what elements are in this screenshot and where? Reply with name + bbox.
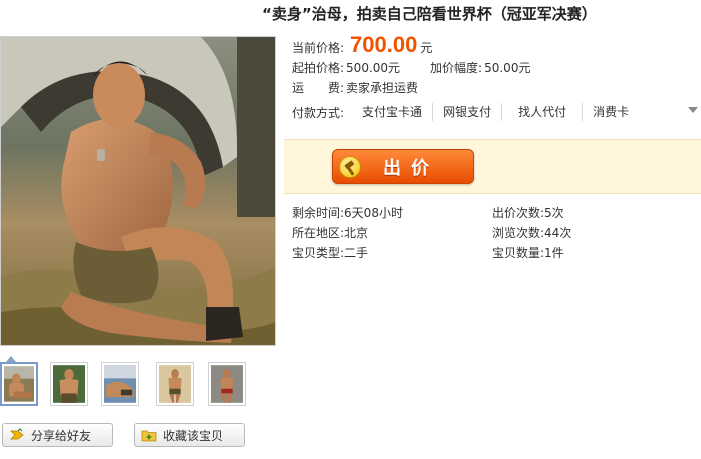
start-price-value: 500.00元	[346, 61, 401, 75]
item-quantity-value: 1件	[544, 246, 564, 260]
view-count-value: 44次	[544, 226, 572, 240]
thumbnail-2[interactable]	[50, 362, 88, 406]
increment-label: 加价幅度:	[430, 61, 483, 75]
thumbnail-image	[211, 365, 243, 403]
shipping-row: 运 费: 卖家承担运费	[292, 78, 701, 98]
item-type-label: 宝贝类型:	[292, 246, 345, 260]
bid-panel: 出价	[284, 139, 701, 194]
item-title: “卖身”治母，拍卖自己陪看世界杯（冠亚军决赛）	[262, 5, 597, 23]
location-value: 北京	[344, 226, 369, 240]
payment-label: 付款方式:	[292, 105, 345, 120]
share-button[interactable]: 分享给好友	[2, 423, 113, 447]
remaining-time: 剩余时间:6天08小时	[292, 203, 492, 223]
shipping-label: 运 费:	[292, 81, 345, 95]
location-label: 所在地区:	[292, 226, 345, 240]
bid-button-label: 出价	[383, 158, 439, 179]
thumbnail-5[interactable]	[208, 362, 246, 406]
payment-methods: 付款方式: 支付宝卡通 网银支付 找人代付 消费卡	[292, 103, 639, 121]
payment-expand-arrow-icon[interactable]	[688, 107, 698, 113]
start-price-row: 起拍价格: 500.00元 加价幅度: 50.00元	[292, 58, 701, 78]
payment-option-alipay-card[interactable]: 支付宝卡通	[352, 103, 432, 121]
current-price-value: 700.00	[350, 32, 418, 57]
remaining-time-label: 剩余时间:	[292, 206, 345, 220]
share-button-label: 分享给好友	[31, 428, 92, 443]
thumbnail-1[interactable]	[0, 362, 38, 406]
bid-count-value: 5次	[544, 206, 564, 220]
price-info: 当前价格: 700.00 元 起拍价格: 500.00元 加价幅度: 50.00…	[292, 32, 701, 98]
stats-row-2: 所在地区:北京 浏览次数:44次	[292, 223, 692, 243]
item-stats: 剩余时间:6天08小时 出价次数:5次 所在地区:北京 浏览次数:44次 宝贝类…	[292, 203, 692, 263]
view-count: 浏览次数:44次	[492, 223, 692, 243]
item-type-value: 二手	[344, 246, 369, 260]
payment-option-consumer-card[interactable]: 消费卡	[582, 103, 639, 121]
item-quantity-label: 宝贝数量:	[492, 246, 545, 260]
remaining-time-value: 6天08小时	[344, 206, 403, 220]
payment-option-proxy-pay[interactable]: 找人代付	[501, 103, 582, 121]
folder-add-icon	[141, 430, 157, 442]
main-product-photo	[0, 36, 276, 346]
payment-option-online-bank[interactable]: 网银支付	[432, 103, 501, 121]
item-quantity: 宝贝数量:1件	[492, 243, 692, 263]
stats-row-1: 剩余时间:6天08小时 出价次数:5次	[292, 203, 692, 223]
item-type: 宝贝类型:二手	[292, 243, 492, 263]
bid-button[interactable]: 出价	[332, 149, 474, 184]
thumbnail-4[interactable]	[156, 362, 194, 406]
gavel-icon	[339, 156, 361, 178]
bid-count-label: 出价次数:	[492, 206, 545, 220]
favorite-button-label: 收藏该宝贝	[163, 428, 224, 443]
view-count-label: 浏览次数:	[492, 226, 545, 240]
thumbnail-image	[104, 365, 136, 403]
stats-row-3: 宝贝类型:二手 宝贝数量:1件	[292, 243, 692, 263]
thumbnail-image	[53, 365, 85, 403]
share-icon	[10, 428, 24, 440]
shipping-value: 卖家承担运费	[346, 81, 419, 95]
increment-value: 50.00元	[484, 61, 531, 75]
favorite-button[interactable]: 收藏该宝贝	[134, 423, 245, 447]
start-price-label: 起拍价格:	[292, 61, 345, 75]
location: 所在地区:北京	[292, 223, 492, 243]
product-image	[1, 37, 275, 345]
current-price-row: 当前价格: 700.00 元	[292, 32, 701, 58]
thumbnail-image	[4, 366, 34, 402]
thumbnail-image	[159, 365, 191, 403]
thumbnail-3[interactable]	[101, 362, 139, 406]
bid-count: 出价次数:5次	[492, 203, 692, 223]
